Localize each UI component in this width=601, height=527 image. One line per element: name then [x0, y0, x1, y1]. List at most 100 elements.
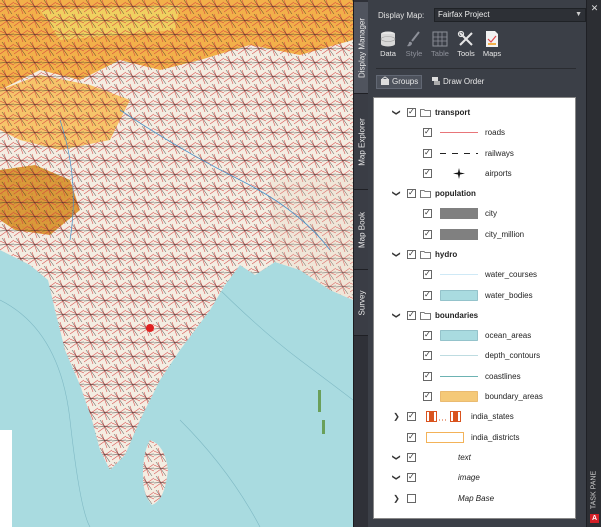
- layer-checkbox[interactable]: [423, 371, 432, 381]
- layer-subtoolbar: Groups Draw Order: [376, 75, 576, 89]
- layer-checkbox[interactable]: [423, 229, 432, 239]
- chevron-down-icon[interactable]: ❯: [392, 108, 401, 117]
- layer-label: depth_contours: [485, 351, 541, 360]
- layer-coastlines[interactable]: coastlines: [374, 369, 575, 385]
- chevron-right-icon[interactable]: ❯: [392, 494, 401, 503]
- line-symbol-icon: [440, 376, 478, 377]
- layer-checkbox[interactable]: [423, 148, 432, 158]
- theme-symbol-icon: [426, 411, 461, 422]
- map-drawing[interactable]: [0, 0, 353, 527]
- layer-label: city: [485, 209, 497, 218]
- tab-map-book[interactable]: Map Book: [354, 190, 369, 270]
- close-icon[interactable]: ✕: [589, 3, 600, 14]
- layer-label: water_bodies: [485, 291, 533, 300]
- chevron-down-icon[interactable]: ❯: [392, 473, 401, 482]
- layer-city-million[interactable]: city_million: [374, 227, 575, 243]
- layer-label: coastlines: [485, 372, 521, 381]
- groups-button-label: Groups: [392, 77, 419, 86]
- area-symbol-icon: [440, 391, 478, 402]
- groups-button[interactable]: Groups: [376, 75, 423, 89]
- folder-icon: [420, 312, 431, 320]
- layer-label: roads: [485, 128, 506, 137]
- layer-group-hydro[interactable]: ❯ hydro: [374, 247, 575, 263]
- layer-checkbox[interactable]: [423, 168, 432, 178]
- style-button[interactable]: Style: [402, 28, 426, 64]
- tab-map-book-label: Map Book: [357, 211, 366, 248]
- table-button[interactable]: Table: [428, 28, 452, 64]
- layer-checkbox[interactable]: [407, 249, 416, 259]
- layer-checkbox[interactable]: [407, 472, 416, 482]
- layer-checkbox[interactable]: [423, 350, 432, 360]
- layer-railways[interactable]: railways: [374, 146, 575, 162]
- layer-water-courses[interactable]: water_courses: [374, 267, 575, 283]
- area-symbol-icon: [426, 432, 464, 443]
- line-symbol-icon: [440, 274, 478, 275]
- layer-label: water_courses: [485, 270, 538, 279]
- tab-map-explorer[interactable]: Map Explorer: [354, 94, 369, 190]
- dashed-line-symbol-icon: [440, 153, 478, 154]
- layer-checkbox[interactable]: [423, 127, 432, 137]
- layer-checkbox[interactable]: [423, 290, 432, 300]
- layer-checkbox[interactable]: [407, 452, 416, 462]
- chevron-down-icon[interactable]: ❯: [392, 311, 401, 320]
- layer-checkbox[interactable]: [423, 330, 432, 340]
- layer-india-districts[interactable]: india_districts: [374, 430, 575, 446]
- layer-group-transport[interactable]: ❯ transport: [374, 105, 575, 121]
- layer-label: railways: [485, 149, 514, 158]
- chevron-right-icon[interactable]: ❯: [392, 412, 401, 421]
- display-map-row: Display Map: Fairfax Project ▼: [378, 8, 586, 24]
- layer-checkbox[interactable]: [407, 310, 416, 320]
- maps-button[interactable]: Maps: [480, 28, 504, 64]
- tab-survey[interactable]: Survey: [354, 270, 369, 336]
- layer-checkbox[interactable]: [407, 107, 416, 117]
- layer-checkbox[interactable]: [407, 494, 416, 503]
- layer-checkbox[interactable]: [407, 411, 416, 421]
- area-symbol-icon: [440, 290, 478, 301]
- divider: [376, 68, 576, 69]
- layer-checkbox[interactable]: [407, 432, 416, 442]
- side-tab-strip: Display Manager Map Explorer Map Book Su…: [353, 0, 369, 527]
- paintbrush-icon: [407, 31, 420, 47]
- layer-india-states[interactable]: ❯ india_states: [374, 409, 575, 425]
- layer-group-label: transport: [435, 108, 471, 117]
- layer-ocean-areas[interactable]: ocean_areas: [374, 328, 575, 344]
- layer-group-population[interactable]: ❯ population: [374, 186, 575, 202]
- chevron-down-icon[interactable]: ❯: [392, 453, 401, 462]
- autodesk-logo-icon: A: [590, 514, 599, 523]
- draw-order-button[interactable]: Draw Order: [431, 75, 484, 89]
- style-button-label: Style: [405, 49, 423, 58]
- display-map-select[interactable]: Fairfax Project ▼: [434, 8, 586, 22]
- layer-checkbox[interactable]: [407, 188, 416, 198]
- tab-map-explorer-label: Map Explorer: [357, 117, 366, 166]
- layer-roads[interactable]: roads: [374, 125, 575, 141]
- task-pane-label: TASK PANE: [590, 470, 598, 510]
- groups-icon: [381, 76, 389, 85]
- folder-icon: [420, 251, 431, 259]
- map-canvas[interactable]: [0, 0, 353, 527]
- data-button-label: Data: [380, 49, 396, 58]
- layer-checkbox[interactable]: [423, 391, 432, 401]
- layer-image[interactable]: ❯ image: [374, 470, 575, 486]
- layer-text[interactable]: ❯ text: [374, 450, 575, 466]
- chevron-down-icon[interactable]: ❯: [392, 189, 401, 198]
- layer-checkbox[interactable]: [423, 269, 432, 279]
- tools-button[interactable]: Tools: [454, 28, 478, 64]
- layer-city[interactable]: city: [374, 206, 575, 222]
- area-symbol-icon: [440, 330, 478, 341]
- maps-button-label: Maps: [482, 49, 502, 58]
- layer-group-boundaries[interactable]: ❯ boundaries: [374, 308, 575, 324]
- table-icon: [432, 31, 448, 47]
- layer-boundary-areas[interactable]: boundary_areas: [374, 389, 575, 405]
- tab-display-manager-label: Display Manager: [357, 17, 366, 78]
- layer-map-base[interactable]: ❯ Map Base: [374, 491, 575, 507]
- database-icon: [380, 31, 396, 47]
- layer-depth-contours[interactable]: depth_contours: [374, 348, 575, 364]
- layer-label: city_million: [485, 230, 525, 239]
- tools-icon: [457, 30, 473, 46]
- tab-display-manager[interactable]: Display Manager: [354, 2, 369, 94]
- layer-water-bodies[interactable]: water_bodies: [374, 288, 575, 304]
- layer-checkbox[interactable]: [423, 208, 432, 218]
- data-button[interactable]: Data: [376, 28, 400, 64]
- chevron-down-icon[interactable]: ❯: [392, 250, 401, 259]
- layer-airports[interactable]: airports: [374, 166, 575, 182]
